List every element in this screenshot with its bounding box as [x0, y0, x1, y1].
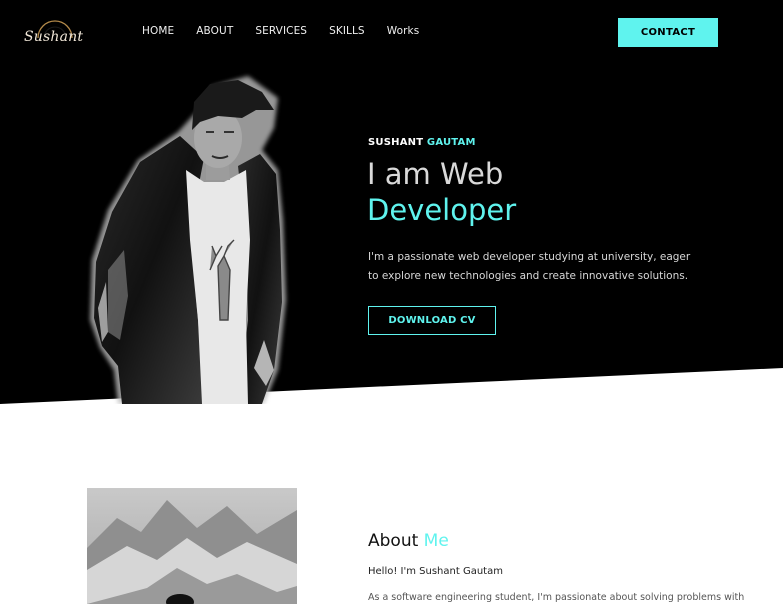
main-nav: HOME ABOUT SERVICES SKILLS Works: [142, 25, 419, 37]
about-title-accent: Me: [423, 531, 449, 551]
hero-intro: I'm a passionate web developer studying …: [368, 251, 691, 282]
nav-about[interactable]: ABOUT: [196, 25, 233, 37]
logo-text[interactable]: Sushant: [24, 29, 83, 45]
hero-headline: I am Web Developer: [367, 156, 516, 228]
about-title: About Me: [368, 531, 449, 551]
hero-last-name: GAUTAM: [426, 137, 476, 148]
about-body-text: As a software engineering student, I'm p…: [368, 592, 745, 603]
about-title-main: About: [368, 531, 419, 551]
about-greeting: Hello! I'm Sushant Gautam: [368, 566, 503, 577]
headline-line-1: I am Web: [367, 157, 504, 191]
nav-skills[interactable]: SKILLS: [329, 25, 365, 37]
hero-name: SUSHANT GAUTAM: [368, 137, 476, 148]
hero-first-name: SUSHANT: [368, 137, 424, 148]
contact-button[interactable]: CONTACT: [618, 18, 718, 47]
headline-role: Developer: [367, 193, 517, 227]
nav-services[interactable]: SERVICES: [255, 25, 307, 37]
hero-portrait-image: [90, 76, 286, 404]
about-photo-image: [87, 488, 297, 604]
download-cv-button[interactable]: DOWNLOAD CV: [368, 306, 496, 335]
nav-works[interactable]: Works: [387, 25, 420, 37]
nav-home[interactable]: HOME: [142, 25, 174, 37]
